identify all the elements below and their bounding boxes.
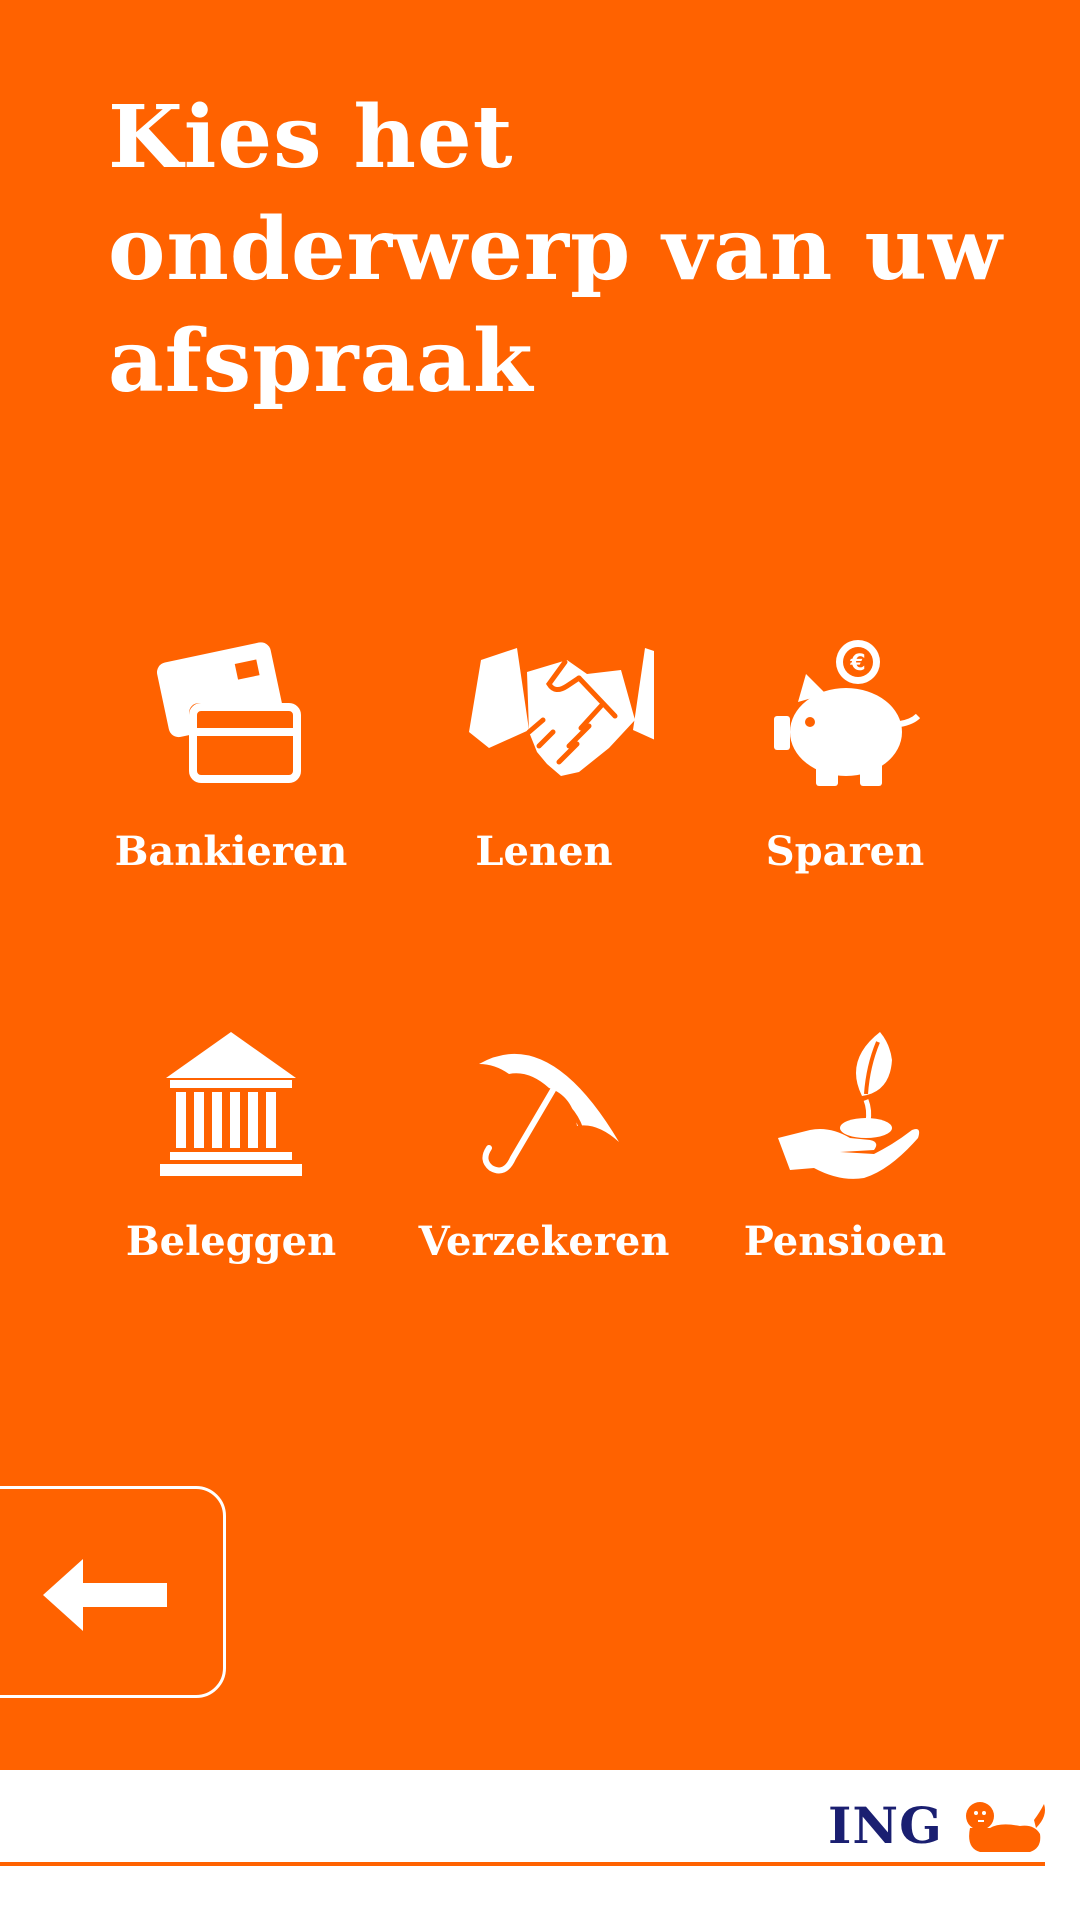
- topic-bankieren-button[interactable]: Bankieren: [81, 640, 381, 940]
- credit-card-icon: [156, 642, 301, 783]
- topic-lenen-button[interactable]: Lenen: [394, 640, 694, 940]
- piggy-bank-icon: €: [774, 640, 920, 786]
- plant-in-hand-icon: [778, 1032, 920, 1179]
- back-button[interactable]: [0, 1486, 226, 1698]
- topic-label: Bankieren: [114, 828, 348, 875]
- topic-label: Beleggen: [125, 1218, 337, 1265]
- topic-sparen-button[interactable]: € Sparen: [695, 640, 995, 940]
- brand-logo-text: ING: [828, 1796, 943, 1855]
- footer-divider: [0, 1862, 1045, 1866]
- lion-icon: [966, 1802, 1045, 1852]
- bank-building-icon: [160, 1032, 302, 1176]
- page-title: Kies het onderwerp van uw afspraak: [108, 87, 1003, 412]
- arrow-left-icon: [43, 1559, 167, 1631]
- umbrella-icon: [479, 1053, 619, 1174]
- topic-beleggen-button[interactable]: Beleggen: [81, 1030, 381, 1330]
- svg-text:€: €: [849, 651, 865, 676]
- topic-verzekeren-button[interactable]: Verzekeren: [394, 1030, 694, 1330]
- topic-label: Verzekeren: [418, 1218, 670, 1265]
- topic-selection-screen: Kies het onderwerp van uw afspraak Banki…: [0, 0, 1080, 1770]
- handshake-icon: [469, 648, 654, 776]
- topic-label: Sparen: [765, 828, 925, 875]
- topic-pensioen-button[interactable]: Pensioen: [695, 1030, 995, 1330]
- topic-label: Pensioen: [743, 1218, 947, 1265]
- topic-label: Lenen: [475, 828, 613, 875]
